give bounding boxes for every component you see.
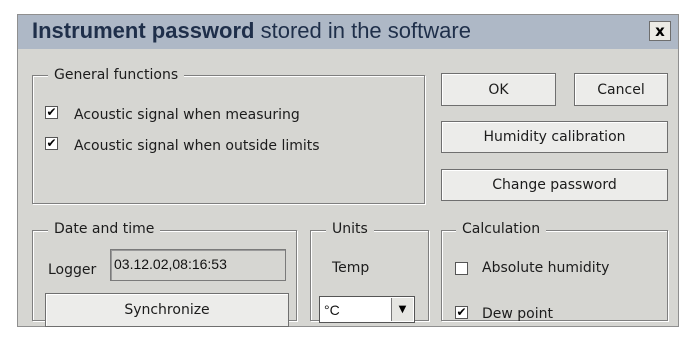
acoustic-limits-checkbox[interactable]: ✔: [45, 137, 58, 150]
acoustic-measuring-label: Acoustic signal when measuring: [74, 107, 300, 123]
dew-point-label: Dew point: [482, 306, 553, 322]
dialog-title: Instrument password stored in the softwa…: [32, 18, 471, 44]
units-legend: Units: [326, 221, 374, 237]
absolute-humidity-checkbox[interactable]: [455, 262, 468, 275]
dialog-title-bold: Instrument password: [32, 18, 255, 43]
dialog-title-rest: stored in the software: [254, 18, 471, 43]
absolute-humidity-label: Absolute humidity: [482, 260, 610, 276]
dew-point-checkbox[interactable]: ✔: [455, 306, 468, 319]
title-bar: Instrument password stored in the softwa…: [18, 15, 678, 49]
calculation-legend: Calculation: [456, 221, 547, 237]
general-functions-legend: General functions: [48, 67, 185, 83]
temp-unit-value: °C: [324, 302, 340, 318]
close-button[interactable]: x: [649, 21, 671, 41]
cancel-button[interactable]: Cancel: [574, 73, 668, 106]
ok-button[interactable]: OK: [441, 73, 556, 106]
synchronize-button[interactable]: Synchronize: [45, 293, 289, 327]
change-password-button[interactable]: Change password: [441, 169, 668, 201]
temp-unit-select[interactable]: °C ▼: [319, 296, 415, 323]
close-icon: x: [655, 22, 665, 40]
instrument-password-dialog: Instrument password stored in the softwa…: [17, 14, 679, 327]
logger-label: Logger: [48, 262, 97, 278]
temp-label: Temp: [332, 260, 370, 276]
dropdown-arrow-icon[interactable]: ▼: [391, 298, 413, 321]
humidity-calibration-button[interactable]: Humidity calibration: [441, 121, 668, 153]
acoustic-measuring-checkbox[interactable]: ✔: [45, 106, 58, 119]
logger-datetime-field[interactable]: 03.12.02,08:16:53: [110, 249, 286, 281]
acoustic-limits-label: Acoustic signal when outside limits: [74, 138, 320, 154]
date-time-legend: Date and time: [48, 221, 161, 237]
